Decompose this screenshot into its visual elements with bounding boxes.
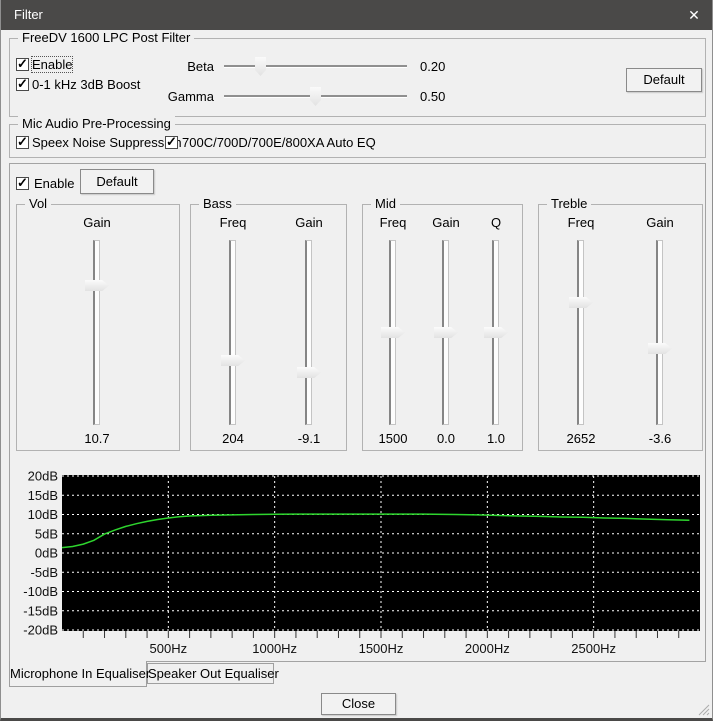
post-filter-group: FreeDV 1600 LPC Post Filter ✓ Enable ✓ 0…	[9, 38, 706, 117]
speex-checkbox[interactable]: ✓	[16, 136, 29, 149]
treble-gain-slider-thumb[interactable]	[648, 343, 672, 354]
equaliser-enable-label[interactable]: Enable	[34, 176, 74, 191]
x-axis-tick-label: 500Hz	[150, 641, 188, 656]
vol-gain-label: Gain	[62, 215, 132, 230]
treble-gain-label: Gain	[625, 215, 695, 230]
preprocessing-group-title: Mic Audio Pre-Processing	[18, 116, 175, 131]
bass-gain-label: Gain	[274, 215, 344, 230]
post-filter-enable-label[interactable]: Enable	[32, 57, 72, 72]
eq-group-vol-title: Vol	[25, 196, 51, 211]
y-axis-tick-label: -20dB	[23, 623, 58, 638]
eq-group-mid-title: Mid	[371, 196, 400, 211]
y-axis-tick-label: 5dB	[35, 526, 58, 541]
gamma-value: 0.50	[420, 89, 445, 104]
beta-slider-track[interactable]	[224, 65, 407, 67]
y-axis-tick-label: -15dB	[23, 603, 58, 618]
treble-freq-value: 2652	[546, 431, 616, 446]
frequency-response-chart: 20dB 15dB 10dB 5dB 0dB -5dB -10dB -15dB -20dB 500…	[10, 463, 705, 661]
window-title: Filter	[14, 0, 43, 30]
treble-gain-value: -3.6	[625, 431, 695, 446]
bass-freq-label: Freq	[198, 215, 268, 230]
y-axis-tick-label: -10dB	[23, 584, 58, 599]
bass-freq-value: 204	[198, 431, 268, 446]
bass-gain-slider-thumb[interactable]	[297, 367, 321, 378]
resize-grip-icon[interactable]	[696, 702, 710, 716]
speex-label[interactable]: Speex Noise Suppression	[32, 135, 182, 150]
y-axis-tick-label: 15dB	[28, 488, 58, 503]
vol-gain-slider-thumb[interactable]	[85, 280, 109, 291]
autoeq-checkbox[interactable]: ✓	[165, 136, 178, 149]
tab-microphone-in-equaliser[interactable]: Microphone In Equaliser	[9, 661, 147, 687]
treble-freq-label: Freq	[546, 215, 616, 230]
eq-group-vol: VolGain10.7	[16, 204, 180, 451]
check-icon: ✓	[17, 76, 28, 92]
equaliser-panel: ✓ Enable Default Vol Gain 10.7 Bass Freq 204 G…	[9, 163, 706, 662]
preprocessing-group: Mic Audio Pre-Processing ✓ Speex Noise S…	[9, 124, 706, 158]
boost-checkbox[interactable]: ✓	[16, 78, 29, 91]
beta-slider-thumb[interactable]	[255, 57, 266, 76]
tab-speaker-out-equaliser[interactable]: Speaker Out Equaliser	[147, 663, 274, 684]
mid-q-label: Q	[461, 215, 531, 230]
treble-freq-slider-thumb[interactable]	[569, 297, 593, 308]
x-axis-tick-label: 2500Hz	[571, 641, 616, 656]
x-axis-tick-label: 2000Hz	[465, 641, 510, 656]
bass-gain-slider-track[interactable]	[305, 240, 312, 425]
eq-group-bass: BassFreq204Gain-9.1	[190, 204, 347, 451]
x-axis-tick-label: 1500Hz	[359, 641, 404, 656]
bass-gain-value: -9.1	[274, 431, 344, 446]
check-icon: ✓	[17, 56, 28, 72]
close-button[interactable]: Close	[321, 693, 396, 715]
equaliser-enable-checkbox[interactable]: ✓	[16, 177, 29, 190]
y-axis-tick-label: -5dB	[31, 565, 58, 580]
treble-gain-slider-track[interactable]	[656, 240, 663, 425]
y-axis-tick-label: 10dB	[28, 507, 58, 522]
y-axis-tick-label: 20dB	[28, 469, 58, 484]
close-icon[interactable]: ✕	[676, 0, 712, 30]
bass-freq-slider-track[interactable]	[229, 240, 236, 425]
mid-freq-slider-thumb[interactable]	[381, 327, 405, 338]
eq-group-bass-title: Bass	[199, 196, 236, 211]
eq-group-treble: TrebleFreq2652Gain-3.6	[538, 204, 703, 451]
check-icon: ✓	[166, 134, 177, 150]
post-filter-default-button[interactable]: Default	[626, 68, 702, 92]
post-filter-enable-checkbox[interactable]: ✓	[16, 58, 29, 71]
vol-gain-slider-track[interactable]	[93, 240, 100, 425]
mid-gain-slider-thumb[interactable]	[434, 327, 458, 338]
boost-label[interactable]: 0-1 kHz 3dB Boost	[32, 77, 140, 92]
titlebar: Filter ✕	[1, 0, 712, 30]
gamma-label: Gamma	[130, 89, 214, 104]
eq-group-mid: MidFreq1500Gain0.0Q1.0	[362, 204, 523, 451]
post-filter-group-title: FreeDV 1600 LPC Post Filter	[18, 30, 194, 45]
check-icon: ✓	[17, 175, 28, 191]
filter-dialog: Filter ✕ FreeDV 1600 LPC Post Filter ✓ E…	[0, 0, 713, 721]
x-axis-tick-label: 1000Hz	[252, 641, 297, 656]
equaliser-default-button[interactable]: Default	[80, 169, 154, 194]
check-icon: ✓	[17, 134, 28, 150]
eq-group-treble-title: Treble	[547, 196, 591, 211]
mid-q-value: 1.0	[461, 431, 531, 446]
treble-freq-slider-track[interactable]	[577, 240, 584, 425]
gamma-slider-thumb[interactable]	[310, 87, 321, 106]
bass-freq-slider-thumb[interactable]	[221, 355, 245, 366]
beta-value: 0.20	[420, 59, 445, 74]
beta-label: Beta	[130, 59, 214, 74]
vol-gain-value: 10.7	[62, 431, 132, 446]
mid-q-slider-thumb[interactable]	[484, 327, 508, 338]
autoeq-label[interactable]: 700C/700D/700E/800XA Auto EQ	[182, 135, 376, 150]
y-axis-tick-label: 0dB	[35, 546, 58, 561]
